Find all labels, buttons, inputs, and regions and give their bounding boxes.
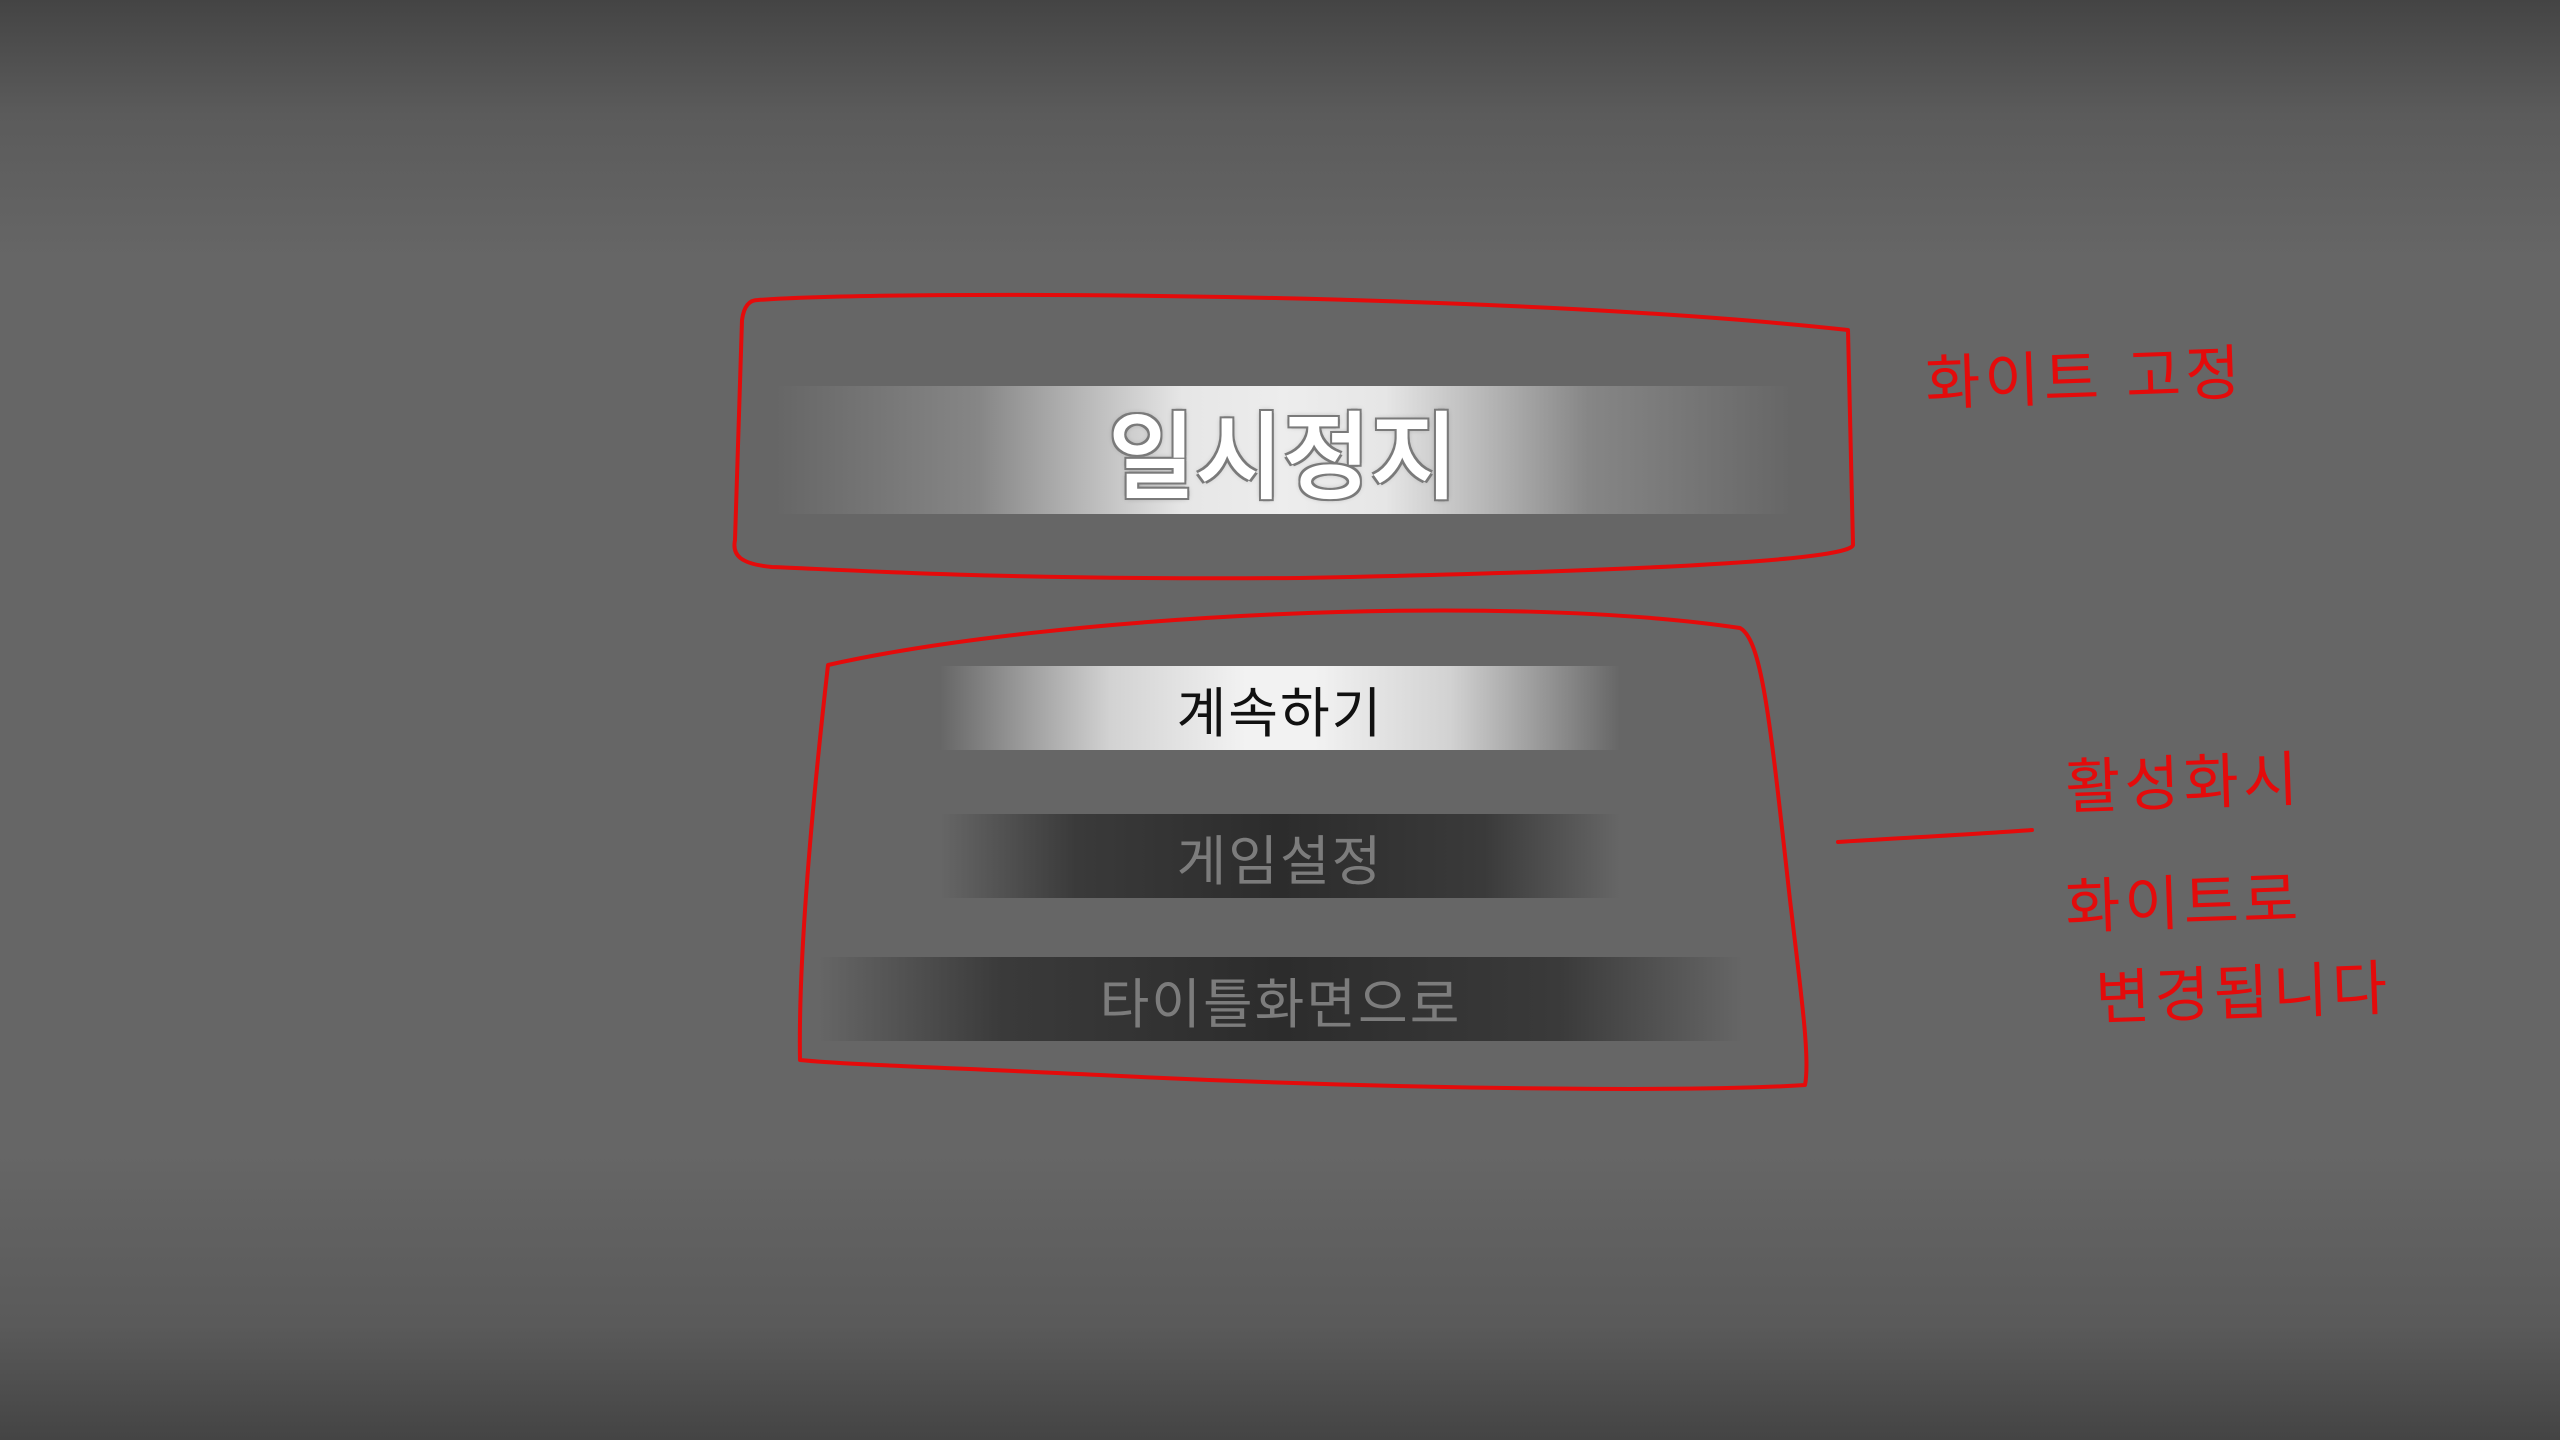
pause-title: 일시정지 [1108, 404, 1459, 513]
menu-item-title-screen-label: 타이틀화면으로 [1099, 972, 1462, 1036]
annotation-menu-note-1: 활성화시 [2064, 744, 2304, 824]
annotation-menu-note-3: 변경됩니다 [2094, 953, 2393, 1035]
menu-item-continue[interactable]: 계속하기 [940, 666, 1620, 750]
annotation-menu-note-2: 화이트로 [2064, 864, 2304, 944]
menu-item-game-settings[interactable]: 게임설정 [940, 814, 1620, 898]
annotation-title-note: 화이트 고정 [1924, 338, 2246, 420]
pause-title-banner: 일시정지 [775, 386, 1792, 514]
menu-item-title-screen[interactable]: 타이틀화면으로 [818, 957, 1743, 1041]
menu-item-game-settings-label: 게임설정 [1176, 829, 1384, 893]
menu-item-continue-label: 계속하기 [1176, 681, 1384, 745]
annotation-connector-line [1836, 828, 2034, 844]
